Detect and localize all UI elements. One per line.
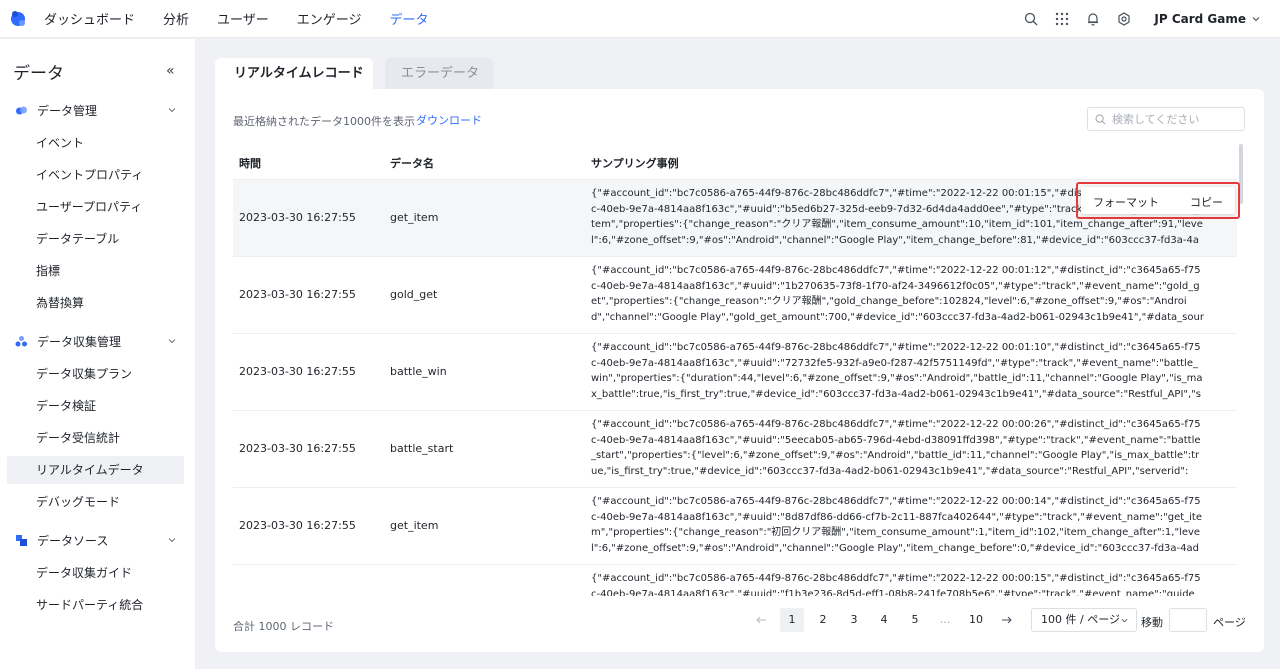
cell-data-name: get_item <box>390 211 439 224</box>
format-button[interactable]: フォーマット <box>1093 194 1159 210</box>
cell-data-name: battle_win <box>390 365 447 378</box>
page-size-value: 100 件 / ページ <box>1041 613 1120 626</box>
search-box <box>1087 107 1245 131</box>
cell-sample: {"#account_id":"bc7c0586-a765-44f9-876c-… <box>591 419 1201 477</box>
cell-sample: {"#account_id":"bc7c0586-a765-44f9-876c-… <box>591 265 1204 323</box>
table-row[interactable]: 2023-03-30 16:27:55 get_item {"#account_… <box>233 488 1237 565</box>
sidebar-item-receive-stats[interactable]: データ受信統計 <box>7 424 184 452</box>
sidebar-group-label: データソース <box>37 533 109 548</box>
nav-engage[interactable]: エンゲージ <box>297 9 362 28</box>
game-selector[interactable]: JP Card Game <box>1154 12 1260 26</box>
data-collection-icon <box>15 335 27 346</box>
records-info-text: 最近格納されたデータ1000件を表示 <box>233 115 415 128</box>
sidebar-item-third-party[interactable]: サードパーティ統合 <box>7 591 184 619</box>
sidebar-group-data-collection[interactable]: データ収集管理 <box>15 331 180 351</box>
cell-data-name: battle_start <box>390 442 454 455</box>
chevron-down-icon <box>168 339 176 344</box>
chevron-down-icon <box>1252 17 1260 22</box>
sidebar-item-events[interactable]: イベント <box>7 129 184 157</box>
cell-sample: {"#account_id":"bc7c0586-a765-44f9-876c-… <box>591 496 1203 554</box>
sidebar-item-realtime-data[interactable]: リアルタイムデータ <box>7 456 184 484</box>
table-body: 2023-03-30 16:27:55 get_item {"#account_… <box>233 180 1237 596</box>
app-logo-icon[interactable] <box>8 8 30 30</box>
cell-time: 2023-03-30 16:27:55 <box>239 365 356 378</box>
sidebar-item-metrics[interactable]: 指標 <box>7 257 184 285</box>
table-row[interactable]: 2023-03-30 16:27:55 battle_start {"#acco… <box>233 411 1237 488</box>
page-4[interactable]: 4 <box>872 608 896 632</box>
data-management-icon <box>16 106 27 114</box>
goto-label: 移動 <box>1141 616 1163 629</box>
page-suffix-label: ページ <box>1213 616 1246 629</box>
sidebar-item-collection-plan[interactable]: データ収集プラン <box>7 360 184 388</box>
sidebar-group-label: データ収集管理 <box>37 334 122 349</box>
realtime-records-panel: 最近格納されたデータ1000件を表示 ダウンロード 時間 データ名 サンプリング… <box>215 89 1264 652</box>
search-icon[interactable] <box>1023 11 1039 27</box>
nav-analysis[interactable]: 分析 <box>163 9 189 28</box>
cell-time: 2023-03-30 16:27:55 <box>239 288 356 301</box>
sidebar-item-currency-conversion[interactable]: 為替換算 <box>7 289 184 317</box>
sidebar-item-collection-guide[interactable]: データ収集ガイド <box>7 559 184 587</box>
page-ellipsis[interactable]: … <box>933 608 957 632</box>
cell-time: 2023-03-30 16:27:55 <box>239 519 356 532</box>
copy-button[interactable]: コピー <box>1190 194 1223 210</box>
top-navbar: ダッシュボード 分析 ユーザー エンゲージ データ JP Card Game <box>0 0 1280 38</box>
page-3[interactable]: 3 <box>842 608 866 632</box>
table-row[interactable]: 2023-03-30 16:27:55 gold_get {"#account_… <box>233 257 1237 334</box>
table-row[interactable]: 2023-03-30 16:27:55 battle_win {"#accoun… <box>233 334 1237 411</box>
download-link[interactable]: ダウンロード <box>416 112 482 128</box>
header-time: 時間 <box>239 157 261 170</box>
sample-actions-popover: フォーマット コピー <box>1081 187 1235 214</box>
page-10[interactable]: 10 <box>964 608 988 632</box>
chevron-down-icon <box>168 538 176 543</box>
page-1[interactable]: 1 <box>780 608 804 632</box>
nav-right-tools: JP Card Game <box>1008 0 1260 38</box>
header-data-name: データ名 <box>390 157 434 170</box>
cell-time: 2023-03-30 16:27:55 <box>239 211 356 224</box>
sidebar-item-user-properties[interactable]: ユーザープロパティ <box>7 193 184 221</box>
apps-grid-icon[interactable] <box>1054 11 1070 27</box>
prev-page-icon[interactable] <box>753 608 769 632</box>
game-name: JP Card Game <box>1154 12 1246 26</box>
nav-data[interactable]: データ <box>390 9 429 28</box>
cell-sample: {"#account_id":"bc7c0586-a765-44f9-876c-… <box>591 342 1203 400</box>
sidebar-item-event-properties[interactable]: イベントプロパティ <box>7 161 184 189</box>
gear-icon[interactable] <box>1116 11 1132 27</box>
tab-error-data[interactable]: エラーデータ <box>385 58 493 89</box>
chevron-down-icon <box>1121 618 1128 623</box>
nav-dashboard[interactable]: ダッシュボード <box>44 9 135 28</box>
page-2[interactable]: 2 <box>811 608 835 632</box>
sidebar-item-debug-mode[interactable]: デバッグモード <box>7 488 184 516</box>
sidebar-item-data-tables[interactable]: データテーブル <box>7 225 184 253</box>
sidebar-group-data-source[interactable]: データソース <box>15 530 180 550</box>
search-icon <box>1095 114 1106 125</box>
next-page-icon[interactable] <box>999 608 1015 632</box>
cell-sample: {"#account_id":"bc7c0586-a765-44f9-876c-… <box>591 573 1201 596</box>
bell-icon[interactable] <box>1085 11 1101 27</box>
data-source-icon <box>16 534 27 546</box>
table-header: 時間 データ名 サンプリング事例 <box>233 144 1237 180</box>
cell-time: 2023-03-30 16:27:55 <box>239 442 356 455</box>
highlight-box: フォーマット コピー <box>1076 182 1240 219</box>
page-5[interactable]: 5 <box>903 608 927 632</box>
search-input[interactable] <box>1112 112 1237 126</box>
collapse-sidebar-icon[interactable]: « <box>166 63 175 79</box>
tab-realtime-records[interactable]: リアルタイムレコード <box>215 58 373 89</box>
cell-data-name: gold_get <box>390 288 438 301</box>
chevron-down-icon <box>168 108 176 113</box>
nav-users[interactable]: ユーザー <box>217 9 269 28</box>
goto-page-input[interactable] <box>1169 608 1207 632</box>
page-size-select[interactable]: 100 件 / ページ <box>1031 608 1137 632</box>
sidebar-group-label: データ管理 <box>37 103 98 118</box>
sidebar-item-data-validation[interactable]: データ検証 <box>7 392 184 420</box>
sidebar: データ « データ管理 イベント イベントプロパティ ユーザープロパティ データ… <box>0 39 196 669</box>
header-sample: サンプリング事例 <box>591 157 679 170</box>
sidebar-group-data-management[interactable]: データ管理 <box>15 100 180 120</box>
sidebar-title: データ <box>13 64 64 84</box>
table-row[interactable]: {"#account_id":"bc7c0586-a765-44f9-876c-… <box>233 565 1237 596</box>
cell-data-name: get_item <box>390 519 439 532</box>
